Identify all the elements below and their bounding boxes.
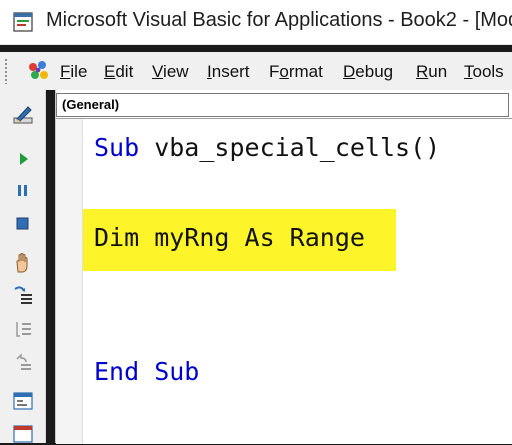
keyword-sub: Sub xyxy=(94,133,140,162)
break-icon[interactable] xyxy=(12,180,34,202)
excel-view-icon[interactable] xyxy=(25,58,51,84)
menu-insert[interactable]: Insert xyxy=(207,62,250,82)
window-title: Microsoft Visual Basic for Applications … xyxy=(46,9,512,31)
menu-view[interactable]: View xyxy=(152,62,189,82)
code-line-sub[interactable]: Sub vba_special_cells() xyxy=(94,133,440,162)
margin-indicator-bar[interactable] xyxy=(56,119,83,444)
menu-tools[interactable]: Tools xyxy=(464,62,504,82)
module-icon[interactable] xyxy=(12,423,34,445)
procedure-name: vba_special_cells() xyxy=(139,133,441,162)
keyword-end: End xyxy=(94,357,140,386)
type-name: Range xyxy=(274,223,365,252)
toggle-breakpoint-icon[interactable] xyxy=(12,252,34,274)
run-icon[interactable] xyxy=(12,148,34,170)
menu-format[interactable]: Format xyxy=(269,62,323,82)
code-line-dim[interactable]: Dim myRng As Range xyxy=(94,223,365,252)
object-combo-value: (General) xyxy=(62,97,120,112)
vbe-window: Microsoft Visual Basic for Applications … xyxy=(0,0,512,444)
userform-icon[interactable] xyxy=(12,390,34,412)
keyword-dim: Dim xyxy=(94,223,140,252)
step-out-icon[interactable] xyxy=(12,350,34,372)
title-bar: Microsoft Visual Basic for Applications … xyxy=(0,0,512,45)
toolbar-grip-icon[interactable] xyxy=(4,58,9,84)
code-window: (General) Sub vba_special_cells() Dim my… xyxy=(55,90,512,444)
step-into-icon[interactable] xyxy=(12,283,34,305)
code-pane[interactable]: Sub vba_special_cells() Dim myRng As Ran… xyxy=(56,118,512,444)
variable-name: myRng xyxy=(139,223,245,252)
debug-toolbar xyxy=(0,90,46,443)
keyword-as: As xyxy=(244,223,275,252)
menu-bar: File Edit View Insert Format Debug Run T… xyxy=(0,52,512,90)
object-combo[interactable]: (General) xyxy=(56,93,509,117)
keyword-end-sub: Sub xyxy=(139,357,200,386)
menu-edit[interactable]: Edit xyxy=(104,62,133,82)
design-mode-icon[interactable] xyxy=(12,104,34,126)
code-line-end-sub[interactable]: End Sub xyxy=(94,357,199,386)
reset-icon[interactable] xyxy=(12,213,34,235)
menu-file[interactable]: File xyxy=(60,62,87,82)
step-over-icon[interactable] xyxy=(12,318,34,340)
vba-app-icon xyxy=(13,12,33,32)
menu-run[interactable]: Run xyxy=(416,62,447,82)
menu-debug[interactable]: Debug xyxy=(343,62,393,82)
